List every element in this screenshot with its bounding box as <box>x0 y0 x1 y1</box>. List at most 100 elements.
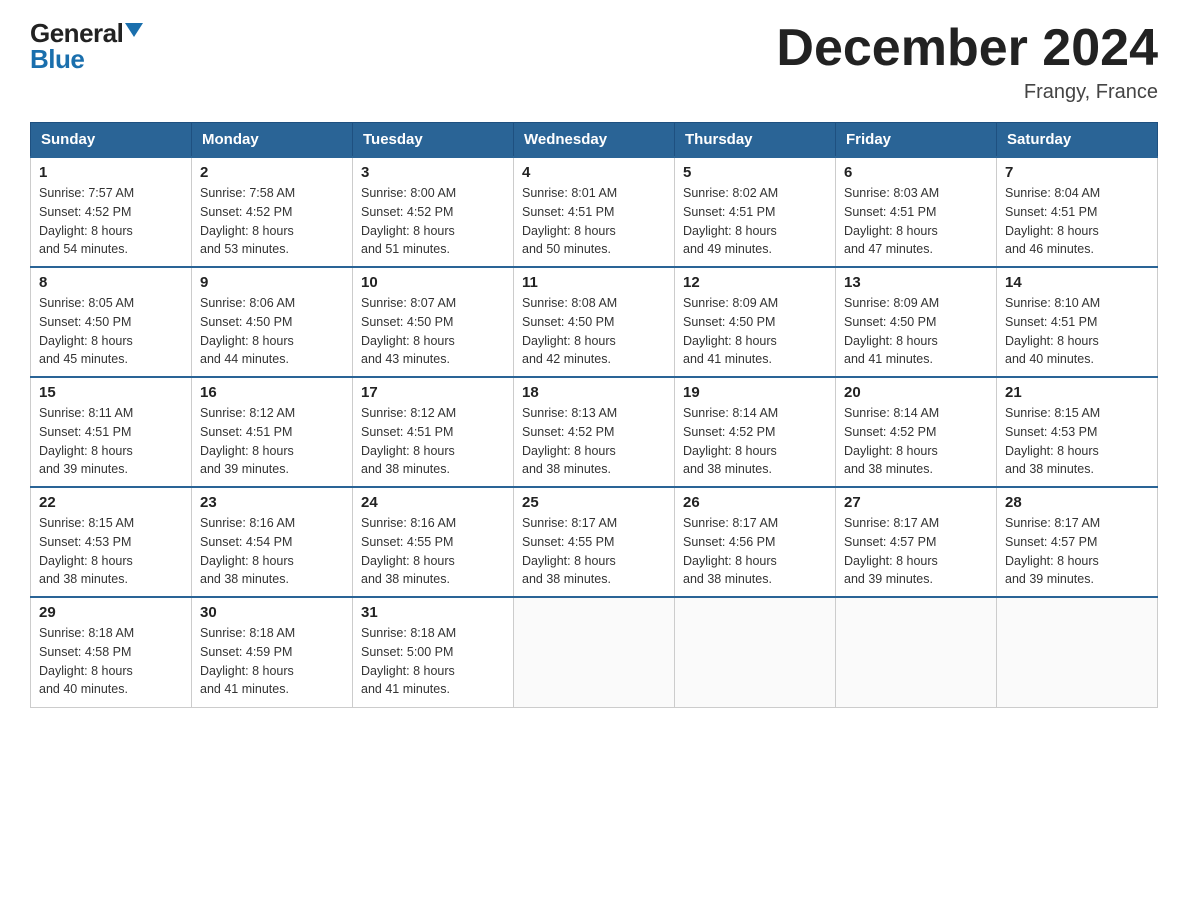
logo-general-text: General <box>30 20 123 46</box>
table-row: 2 Sunrise: 7:58 AMSunset: 4:52 PMDaylight… <box>192 157 353 267</box>
day-info: Sunrise: 8:09 AMSunset: 4:50 PMDaylight:… <box>683 294 827 369</box>
day-info: Sunrise: 8:00 AMSunset: 4:52 PMDaylight:… <box>361 184 505 259</box>
day-info: Sunrise: 8:07 AMSunset: 4:50 PMDaylight:… <box>361 294 505 369</box>
day-info: Sunrise: 8:15 AMSunset: 4:53 PMDaylight:… <box>1005 404 1149 479</box>
day-info: Sunrise: 8:01 AMSunset: 4:51 PMDaylight:… <box>522 184 666 259</box>
table-row <box>514 597 675 707</box>
table-row: 13 Sunrise: 8:09 AMSunset: 4:50 PMDayligh… <box>836 267 997 377</box>
day-info: Sunrise: 8:18 AMSunset: 4:58 PMDaylight:… <box>39 624 183 699</box>
title-block: December 2024 Frangy, France <box>776 20 1158 104</box>
logo-triangle-icon <box>125 23 143 37</box>
day-number: 19 <box>683 384 827 401</box>
day-info: Sunrise: 8:03 AMSunset: 4:51 PMDaylight:… <box>844 184 988 259</box>
table-row: 30 Sunrise: 8:18 AMSunset: 4:59 PMDayligh… <box>192 597 353 707</box>
table-row: 24 Sunrise: 8:16 AMSunset: 4:55 PMDayligh… <box>353 487 514 597</box>
day-number: 15 <box>39 384 183 401</box>
day-info: Sunrise: 8:17 AMSunset: 4:56 PMDaylight:… <box>683 514 827 589</box>
table-row: 8 Sunrise: 8:05 AMSunset: 4:50 PMDaylight… <box>31 267 192 377</box>
day-number: 2 <box>200 164 344 181</box>
table-row: 23Sunrise: 8:16 AMSunset: 4:54 PMDayligh… <box>192 487 353 597</box>
day-info: Sunrise: 7:58 AMSunset: 4:52 PMDaylight:… <box>200 184 344 259</box>
table-row: 11Sunrise: 8:08 AMSunset: 4:50 PMDayligh… <box>514 267 675 377</box>
day-number: 17 <box>361 384 505 401</box>
table-row: 1Sunrise: 7:57 AMSunset: 4:52 PMDaylight… <box>31 157 192 267</box>
table-row: 17 Sunrise: 8:12 AMSunset: 4:51 PMDayligh… <box>353 377 514 487</box>
day-info: Sunrise: 8:04 AMSunset: 4:51 PMDaylight:… <box>1005 184 1149 259</box>
table-row <box>997 597 1158 707</box>
table-row: 20 Sunrise: 8:14 AMSunset: 4:52 PMDayligh… <box>836 377 997 487</box>
table-row: 29 Sunrise: 8:18 AMSunset: 4:58 PMDayligh… <box>31 597 192 707</box>
day-info: Sunrise: 8:16 AMSunset: 4:54 PMDaylight:… <box>200 514 344 589</box>
header-thursday: Thursday <box>675 123 836 158</box>
day-number: 4 <box>522 164 666 181</box>
table-row: 28 Sunrise: 8:17 AMSunset: 4:57 PMDayligh… <box>997 487 1158 597</box>
day-info: Sunrise: 8:10 AMSunset: 4:51 PMDaylight:… <box>1005 294 1149 369</box>
day-info: Sunrise: 8:02 AMSunset: 4:51 PMDaylight:… <box>683 184 827 259</box>
day-number: 14 <box>1005 274 1149 291</box>
logo-blue-text: Blue <box>30 46 143 72</box>
logo: General Blue <box>30 20 143 72</box>
day-info: Sunrise: 7:57 AMSunset: 4:52 PMDaylight:… <box>39 184 183 259</box>
day-info: Sunrise: 8:16 AMSunset: 4:55 PMDaylight:… <box>361 514 505 589</box>
calendar-table: Sunday Monday Tuesday Wednesday Thursday… <box>30 122 1158 708</box>
header-sunday: Sunday <box>31 123 192 158</box>
day-number: 27 <box>844 494 988 511</box>
day-number: 11 <box>522 274 666 291</box>
table-row: 9Sunrise: 8:06 AMSunset: 4:50 PMDaylight… <box>192 267 353 377</box>
day-number: 3 <box>361 164 505 181</box>
table-row: 5Sunrise: 8:02 AMSunset: 4:51 PMDaylight… <box>675 157 836 267</box>
day-number: 28 <box>1005 494 1149 511</box>
day-number: 16 <box>200 384 344 401</box>
day-number: 30 <box>200 604 344 621</box>
table-row <box>836 597 997 707</box>
table-row: 3 Sunrise: 8:00 AMSunset: 4:52 PMDaylight… <box>353 157 514 267</box>
table-row: 7Sunrise: 8:04 AMSunset: 4:51 PMDaylight… <box>997 157 1158 267</box>
header-wednesday: Wednesday <box>514 123 675 158</box>
day-number: 29 <box>39 604 183 621</box>
day-info: Sunrise: 8:09 AMSunset: 4:50 PMDaylight:… <box>844 294 988 369</box>
page-title: December 2024 <box>776 20 1158 77</box>
day-info: Sunrise: 8:15 AMSunset: 4:53 PMDaylight:… <box>39 514 183 589</box>
day-info: Sunrise: 8:12 AMSunset: 4:51 PMDaylight:… <box>200 404 344 479</box>
table-row: 18Sunrise: 8:13 AMSunset: 4:52 PMDayligh… <box>514 377 675 487</box>
day-info: Sunrise: 8:17 AMSunset: 4:55 PMDaylight:… <box>522 514 666 589</box>
day-number: 31 <box>361 604 505 621</box>
day-info: Sunrise: 8:18 AMSunset: 5:00 PMDaylight:… <box>361 624 505 699</box>
page-header: General Blue December 2024 Frangy, Franc… <box>30 20 1158 104</box>
day-info: Sunrise: 8:06 AMSunset: 4:50 PMDaylight:… <box>200 294 344 369</box>
day-info: Sunrise: 8:17 AMSunset: 4:57 PMDaylight:… <box>844 514 988 589</box>
day-number: 26 <box>683 494 827 511</box>
day-info: Sunrise: 8:14 AMSunset: 4:52 PMDaylight:… <box>844 404 988 479</box>
weekday-header-row: Sunday Monday Tuesday Wednesday Thursday… <box>31 123 1158 158</box>
table-row: 10 Sunrise: 8:07 AMSunset: 4:50 PMDayligh… <box>353 267 514 377</box>
day-info: Sunrise: 8:18 AMSunset: 4:59 PMDaylight:… <box>200 624 344 699</box>
table-row: 19Sunrise: 8:14 AMSunset: 4:52 PMDayligh… <box>675 377 836 487</box>
calendar-week-row: 22Sunrise: 8:15 AMSunset: 4:53 PMDayligh… <box>31 487 1158 597</box>
calendar-week-row: 29 Sunrise: 8:18 AMSunset: 4:58 PMDayligh… <box>31 597 1158 707</box>
day-number: 24 <box>361 494 505 511</box>
table-row: 14 Sunrise: 8:10 AMSunset: 4:51 PMDayligh… <box>997 267 1158 377</box>
table-row <box>675 597 836 707</box>
table-row: 25 Sunrise: 8:17 AMSunset: 4:55 PMDayligh… <box>514 487 675 597</box>
day-number: 13 <box>844 274 988 291</box>
table-row: 27 Sunrise: 8:17 AMSunset: 4:57 PMDayligh… <box>836 487 997 597</box>
header-monday: Monday <box>192 123 353 158</box>
table-row: 6 Sunrise: 8:03 AMSunset: 4:51 PMDaylight… <box>836 157 997 267</box>
day-number: 6 <box>844 164 988 181</box>
table-row: 15Sunrise: 8:11 AMSunset: 4:51 PMDayligh… <box>31 377 192 487</box>
header-friday: Friday <box>836 123 997 158</box>
day-number: 20 <box>844 384 988 401</box>
table-row: 21 Sunrise: 8:15 AMSunset: 4:53 PMDayligh… <box>997 377 1158 487</box>
header-tuesday: Tuesday <box>353 123 514 158</box>
day-number: 10 <box>361 274 505 291</box>
day-info: Sunrise: 8:05 AMSunset: 4:50 PMDaylight:… <box>39 294 183 369</box>
table-row: 26 Sunrise: 8:17 AMSunset: 4:56 PMDayligh… <box>675 487 836 597</box>
day-number: 21 <box>1005 384 1149 401</box>
day-number: 25 <box>522 494 666 511</box>
table-row: 22Sunrise: 8:15 AMSunset: 4:53 PMDayligh… <box>31 487 192 597</box>
calendar-week-row: 1Sunrise: 7:57 AMSunset: 4:52 PMDaylight… <box>31 157 1158 267</box>
day-info: Sunrise: 8:17 AMSunset: 4:57 PMDaylight:… <box>1005 514 1149 589</box>
day-number: 8 <box>39 274 183 291</box>
day-info: Sunrise: 8:12 AMSunset: 4:51 PMDaylight:… <box>361 404 505 479</box>
day-number: 18 <box>522 384 666 401</box>
